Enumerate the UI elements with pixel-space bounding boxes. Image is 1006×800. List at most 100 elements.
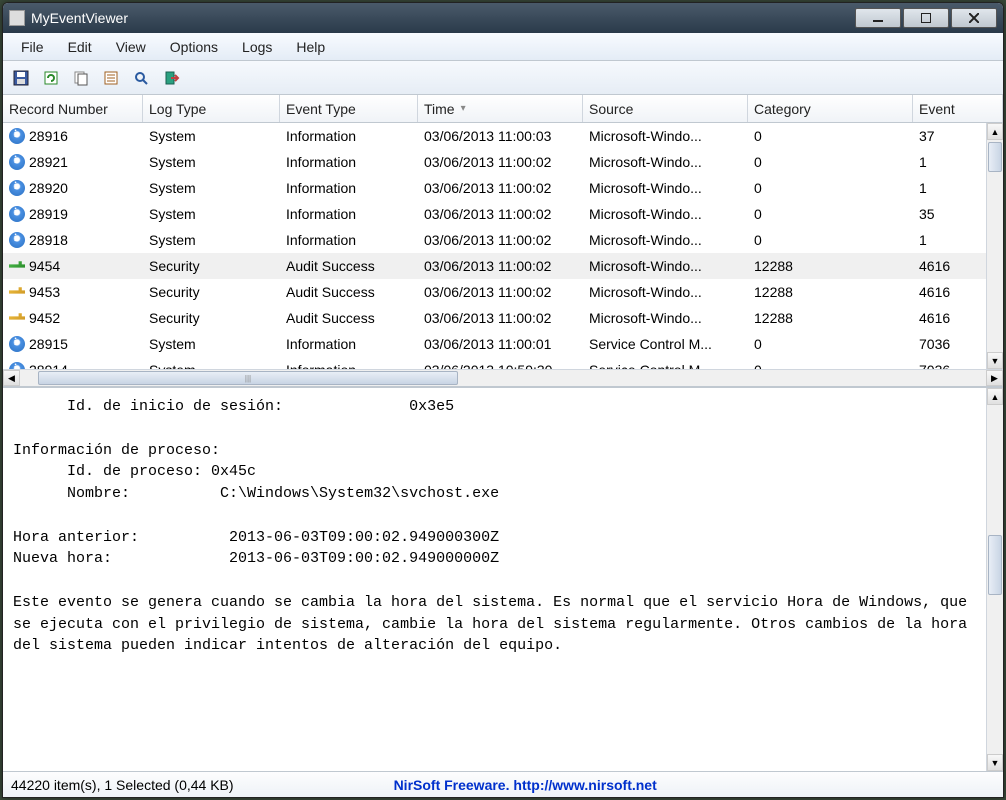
column-header-src[interactable]: Source: [583, 95, 748, 122]
cell-source: Microsoft-Windo...: [583, 204, 748, 224]
column-header-cat[interactable]: Category: [748, 95, 913, 122]
cell-source: Microsoft-Windo...: [583, 152, 748, 172]
menu-logs[interactable]: Logs: [230, 35, 284, 59]
cell-event-type: Information: [280, 230, 418, 250]
cell-category: 12288: [748, 256, 913, 276]
cell-log-type: System: [143, 126, 280, 146]
cell-category: 0: [748, 126, 913, 146]
cell-time: 03/06/2013 11:00:02: [418, 308, 583, 328]
table-row[interactable]: 28918SystemInformation03/06/2013 11:00:0…: [3, 227, 1003, 253]
cell-time: 03/06/2013 11:00:02: [418, 152, 583, 172]
table-row[interactable]: 28914SystemInformation03/06/2013 10:59:3…: [3, 357, 1003, 369]
column-header-rec[interactable]: Record Number: [3, 95, 143, 122]
refresh-icon[interactable]: [39, 66, 63, 90]
column-header-log[interactable]: Log Type: [143, 95, 280, 122]
scroll-thumb[interactable]: [988, 142, 1002, 172]
scroll-up-icon[interactable]: ▲: [987, 388, 1003, 405]
cell-event-type: Information: [280, 204, 418, 224]
cell-category: 12288: [748, 308, 913, 328]
table-row[interactable]: 9452SecurityAudit Success03/06/2013 11:0…: [3, 305, 1003, 331]
info-icon: [9, 154, 25, 170]
scroll-left-icon[interactable]: ◀: [3, 370, 20, 386]
cell-source: Service Control M...: [583, 360, 748, 369]
cell-event-type: Information: [280, 360, 418, 369]
key-icon: [9, 284, 25, 300]
copy-icon[interactable]: [69, 66, 93, 90]
cell-event-type: Information: [280, 126, 418, 146]
scroll-track[interactable]: [987, 140, 1003, 352]
table-body[interactable]: 28916SystemInformation03/06/2013 11:00:0…: [3, 123, 1003, 369]
app-icon: [9, 10, 25, 26]
scroll-down-icon[interactable]: ▼: [987, 754, 1003, 771]
scroll-down-icon[interactable]: ▼: [987, 352, 1003, 369]
menu-file[interactable]: File: [9, 35, 56, 59]
find-icon[interactable]: [129, 66, 153, 90]
status-credit: NirSoft Freeware.: [394, 777, 514, 793]
cell-source: Microsoft-Windo...: [583, 126, 748, 146]
table-row[interactable]: 28920SystemInformation03/06/2013 11:00:0…: [3, 175, 1003, 201]
info-icon: [9, 336, 25, 352]
cell-time: 03/06/2013 11:00:02: [418, 282, 583, 302]
table-row[interactable]: 28915SystemInformation03/06/2013 11:00:0…: [3, 331, 1003, 357]
table-horizontal-scrollbar[interactable]: ◀ ||| ▶: [3, 369, 1003, 386]
minimize-button[interactable]: [855, 8, 901, 28]
cell-category: 0: [748, 360, 913, 369]
scroll-track[interactable]: [987, 405, 1003, 754]
exit-icon[interactable]: [159, 66, 183, 90]
scroll-thumb[interactable]: |||: [38, 371, 458, 385]
statusbar: 44220 item(s), 1 Selected (0,44 KB) NirS…: [3, 771, 1003, 797]
scroll-track[interactable]: |||: [20, 370, 986, 386]
table-vertical-scrollbar[interactable]: ▲ ▼: [986, 123, 1003, 369]
save-icon[interactable]: [9, 66, 33, 90]
column-header-evt[interactable]: Event Type: [280, 95, 418, 122]
cell-event-type: Information: [280, 178, 418, 198]
info-icon: [9, 362, 25, 369]
cell-record-number: 9452: [29, 310, 60, 326]
cell-record-number: 28915: [29, 336, 68, 352]
menu-edit[interactable]: Edit: [56, 35, 104, 59]
details-vertical-scrollbar[interactable]: ▲ ▼: [986, 388, 1003, 771]
scroll-thumb[interactable]: [988, 535, 1002, 595]
menu-options[interactable]: Options: [158, 35, 230, 59]
cell-log-type: System: [143, 204, 280, 224]
cell-log-type: Security: [143, 256, 280, 276]
cell-category: 0: [748, 204, 913, 224]
status-link[interactable]: http://www.nirsoft.net: [513, 777, 656, 793]
cell-event-type: Audit Success: [280, 282, 418, 302]
maximize-button[interactable]: [903, 8, 949, 28]
info-icon: [9, 128, 25, 144]
cell-record-number: 28918: [29, 232, 68, 248]
scroll-up-icon[interactable]: ▲: [987, 123, 1003, 140]
cell-time: 03/06/2013 11:00:01: [418, 334, 583, 354]
table-row[interactable]: 28916SystemInformation03/06/2013 11:00:0…: [3, 123, 1003, 149]
cell-category: 0: [748, 178, 913, 198]
status-item-count: 44220 item(s), 1 Selected (0,44 KB): [11, 777, 234, 793]
cell-category: 0: [748, 230, 913, 250]
menu-view[interactable]: View: [104, 35, 158, 59]
event-details-pane[interactable]: Id. de inicio de sesión: 0x3e5 Informaci…: [3, 387, 1003, 771]
event-table: Record NumberLog TypeEvent TypeTime▾Sour…: [3, 95, 1003, 387]
table-row[interactable]: 9454SecurityAudit Success03/06/2013 11:0…: [3, 253, 1003, 279]
column-header-eid[interactable]: Event: [913, 95, 1003, 122]
cell-time: 03/06/2013 11:00:02: [418, 256, 583, 276]
app-window: MyEventViewer FileEditViewOptionsLogsHel…: [2, 2, 1004, 798]
properties-icon[interactable]: [99, 66, 123, 90]
cell-record-number: 28919: [29, 206, 68, 222]
scroll-right-icon[interactable]: ▶: [986, 370, 1003, 386]
cell-log-type: System: [143, 360, 280, 369]
close-button[interactable]: [951, 8, 997, 28]
table-row[interactable]: 28919SystemInformation03/06/2013 11:00:0…: [3, 201, 1003, 227]
cell-record-number: 28921: [29, 154, 68, 170]
cell-log-type: System: [143, 230, 280, 250]
menubar: FileEditViewOptionsLogsHelp: [3, 33, 1003, 61]
sort-indicator-icon: ▾: [461, 103, 466, 114]
cell-log-type: System: [143, 334, 280, 354]
table-row[interactable]: 9453SecurityAudit Success03/06/2013 11:0…: [3, 279, 1003, 305]
table-row[interactable]: 28921SystemInformation03/06/2013 11:00:0…: [3, 149, 1003, 175]
menu-help[interactable]: Help: [284, 35, 337, 59]
titlebar[interactable]: MyEventViewer: [3, 3, 1003, 33]
cell-event-type: Audit Success: [280, 308, 418, 328]
info-icon: [9, 206, 25, 222]
column-header-time[interactable]: Time▾: [418, 95, 583, 122]
key-icon: [9, 258, 25, 274]
